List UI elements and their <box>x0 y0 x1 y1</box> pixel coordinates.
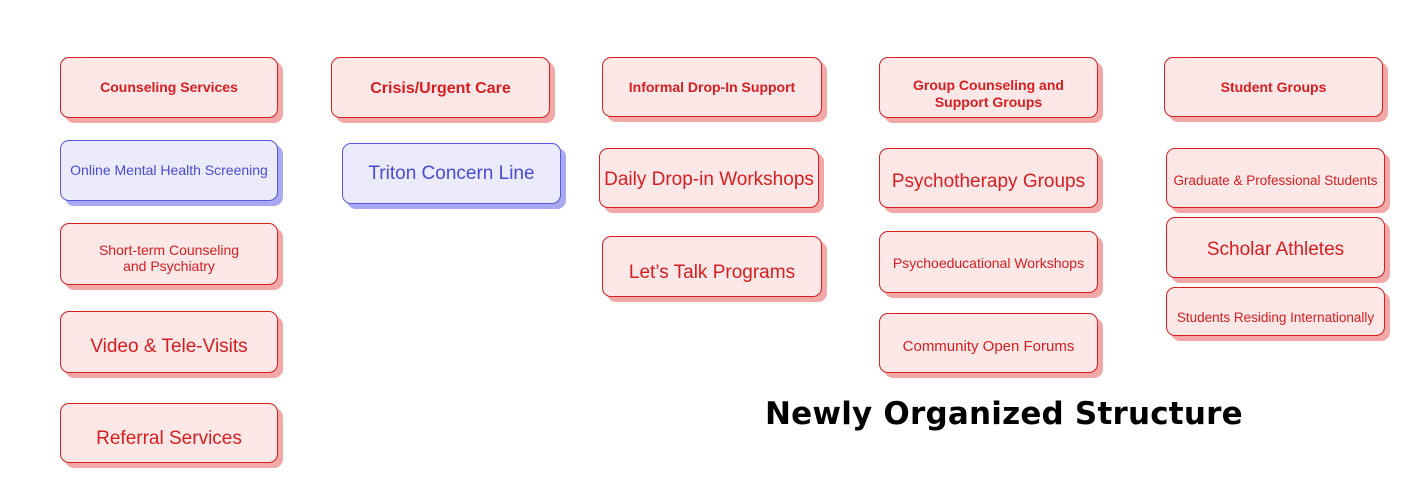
node-video-tele-visits: Video & Tele-Visits <box>60 311 278 373</box>
node-label: Let’s Talk Programs <box>628 261 796 283</box>
header-label: Counseling Services <box>100 79 238 96</box>
header-group-counseling-support-groups: Group Counseling and Support Groups <box>879 57 1098 118</box>
node-label-line-1: Short-term Counseling <box>98 241 240 258</box>
page-title: Newly Organized Structure <box>765 396 1243 432</box>
node-label: Triton Concern Line <box>368 162 535 184</box>
node-referral-services: Referral Services <box>60 403 278 463</box>
node-label: Referral Services <box>96 428 242 450</box>
header-counseling-services: Counseling Services <box>60 57 278 118</box>
node-psychotherapy-groups: Psychotherapy Groups <box>879 148 1098 208</box>
node-scholar-athletes: Scholar Athletes <box>1166 217 1385 278</box>
node-online-mental-health-screening: Online Mental Health Screening <box>60 140 278 201</box>
header-label: Informal Drop-In Support <box>628 78 796 95</box>
node-label: Psychotherapy Groups <box>891 171 1086 193</box>
node-short-term-counseling: Short-term Counseling and Psychiatry <box>60 223 278 285</box>
node-graduate-professional-students: Graduate & Professional Students <box>1166 148 1385 208</box>
node-label: Graduate & Professional Students <box>1173 173 1378 189</box>
node-label: Video & Tele-Visits <box>90 336 248 358</box>
node-label: Community Open Forums <box>902 338 1075 356</box>
node-label: Daily Drop-in Workshops <box>604 169 814 191</box>
header-crisis-urgent-care: Crisis/Urgent Care <box>331 57 550 118</box>
node-students-residing-internationally: Students Residing Internationally <box>1166 287 1385 336</box>
node-community-open-forums: Community Open Forums <box>879 313 1098 373</box>
node-lets-talk-programs: Let’s Talk Programs <box>602 236 822 297</box>
node-psychoeducational-workshops: Psychoeducational Workshops <box>879 231 1098 293</box>
header-student-groups: Student Groups <box>1164 57 1383 117</box>
header-label-line-1: Group Counseling and <box>913 77 1064 94</box>
node-label: Students Residing Internationally <box>1176 309 1375 325</box>
header-label: Crisis/Urgent Care <box>370 80 511 98</box>
node-label-line-2: and Psychiatry <box>123 258 215 274</box>
node-daily-drop-in-workshops: Daily Drop-in Workshops <box>599 148 819 208</box>
node-label: Scholar Athletes <box>1206 238 1345 260</box>
node-label: Online Mental Health Screening <box>70 162 268 179</box>
header-informal-drop-in-support: Informal Drop-In Support <box>602 57 822 117</box>
node-triton-concern-line: Triton Concern Line <box>342 143 561 204</box>
header-label-line-2: Support Groups <box>934 93 1043 110</box>
header-label: Student Groups <box>1220 78 1327 95</box>
node-label: Psychoeducational Workshops <box>892 254 1085 271</box>
